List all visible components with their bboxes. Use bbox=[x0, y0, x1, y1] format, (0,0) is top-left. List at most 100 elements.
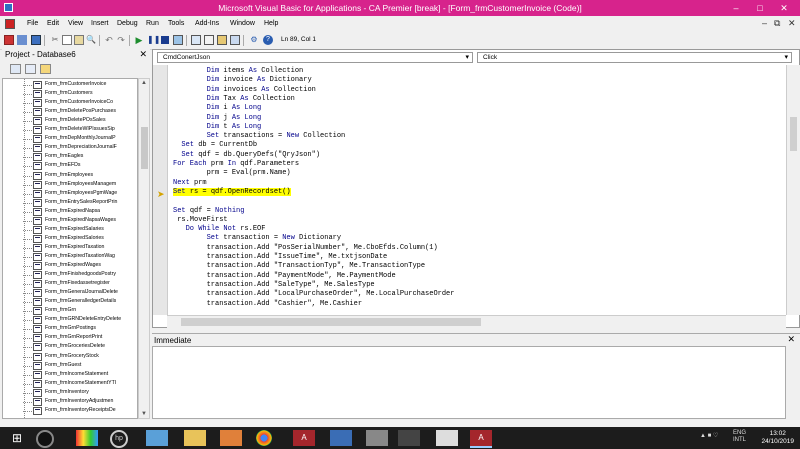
menu-window[interactable]: Window bbox=[230, 20, 255, 27]
code-window-icon[interactable] bbox=[5, 19, 15, 29]
cut-icon[interactable]: ✂ bbox=[50, 35, 60, 45]
menu-edit[interactable]: Edit bbox=[47, 20, 59, 27]
tree-item-label: Form_frmExpiredSalaries bbox=[45, 225, 104, 232]
code-minimize-button[interactable]: – bbox=[762, 18, 767, 28]
settings-app-icon[interactable] bbox=[398, 430, 420, 446]
menu-debug[interactable]: Debug bbox=[117, 20, 138, 27]
paste-icon[interactable] bbox=[74, 35, 84, 45]
chrome-icon[interactable] bbox=[256, 430, 272, 446]
system-tray-icon[interactable]: ▲ ■ ♡ bbox=[700, 432, 718, 439]
scroll-up-arrow-icon[interactable]: ▲ bbox=[141, 80, 147, 86]
menu-tools[interactable]: Tools bbox=[168, 20, 184, 27]
network-app-icon[interactable] bbox=[330, 430, 352, 446]
project-scrollbar[interactable]: ▲ ▼ bbox=[138, 78, 150, 419]
form-module-icon bbox=[33, 225, 42, 234]
chevron-down-icon[interactable]: ▾ bbox=[784, 53, 788, 61]
menu-view[interactable]: View bbox=[68, 20, 83, 27]
form-module-icon bbox=[33, 307, 42, 316]
object-browser-icon[interactable] bbox=[217, 35, 227, 45]
access-view-icon[interactable] bbox=[4, 35, 14, 45]
object-dropdown[interactable]: CmdConertJson ▾ bbox=[157, 52, 473, 63]
project-explorer-close-icon[interactable]: ✕ bbox=[139, 49, 147, 60]
insert-module-icon[interactable] bbox=[17, 35, 27, 45]
form-module-icon bbox=[33, 189, 42, 198]
save-icon[interactable] bbox=[31, 35, 41, 45]
hp-app-icon[interactable]: hp bbox=[110, 430, 128, 448]
procedure-dropdown-value: Click bbox=[483, 54, 498, 61]
menu-run[interactable]: Run bbox=[146, 20, 159, 27]
windows-start-icon[interactable]: ⊞ bbox=[6, 430, 28, 446]
scroll-down-arrow-icon[interactable]: ▼ bbox=[141, 411, 147, 417]
minimize-button[interactable]: – bbox=[726, 2, 746, 14]
scroll-thumb[interactable] bbox=[181, 318, 481, 326]
tree-item-label: Form_frmDeleteWIPIssuesSip bbox=[45, 126, 115, 133]
design-mode-icon[interactable] bbox=[173, 35, 183, 45]
undo-icon[interactable]: ↶ bbox=[104, 35, 114, 45]
language-indicator[interactable]: ENG INTL bbox=[733, 430, 746, 444]
camera-app-icon[interactable] bbox=[36, 430, 54, 448]
immediate-scrollbar[interactable] bbox=[786, 346, 799, 419]
form-module-icon bbox=[33, 234, 42, 243]
media-app-icon[interactable] bbox=[76, 430, 98, 446]
run-icon[interactable]: ▶ bbox=[134, 35, 144, 45]
maximize-button[interactable]: □ bbox=[750, 2, 770, 14]
procedure-dropdown[interactable]: Click ▾ bbox=[477, 52, 792, 63]
code-vertical-scrollbar[interactable] bbox=[786, 65, 800, 315]
calculator-icon[interactable] bbox=[366, 430, 388, 446]
toolbox-icon[interactable] bbox=[230, 35, 240, 45]
form-module-icon bbox=[33, 271, 42, 280]
tree-item-label: Form_frmEmployeesPgmWage bbox=[45, 189, 118, 196]
tree-item-label: Form_frmGRNDeleteEntryDelete bbox=[45, 316, 122, 323]
code-horizontal-scrollbar[interactable] bbox=[167, 315, 786, 328]
menu-help[interactable]: Help bbox=[264, 20, 278, 27]
view-code-icon[interactable] bbox=[10, 64, 21, 74]
tree-item-label: Form_frmExpiredSalories bbox=[45, 234, 104, 241]
comment-icon[interactable]: ⚙ bbox=[249, 35, 259, 45]
access-app-icon[interactable]: A bbox=[293, 430, 315, 446]
standard-toolbar: ✂ 🔍 ↶ ↷ ▶ ❚❚ ⚙ ? Ln 89, Col 1 bbox=[0, 32, 800, 50]
toggle-folders-icon[interactable] bbox=[40, 64, 51, 74]
tree-item-label: Form_frmEmployees bbox=[45, 171, 94, 178]
tablet-app-icon[interactable] bbox=[146, 430, 168, 446]
form-module-icon bbox=[33, 117, 42, 126]
form-module-icon bbox=[33, 361, 42, 370]
copy-icon[interactable] bbox=[62, 35, 72, 45]
immediate-window[interactable] bbox=[152, 346, 786, 419]
form-module-icon bbox=[33, 370, 42, 379]
code-close-button[interactable]: ✕ bbox=[788, 18, 796, 29]
properties-window-icon[interactable] bbox=[204, 35, 214, 45]
form-module-icon bbox=[33, 334, 42, 343]
form-module-icon bbox=[33, 171, 42, 180]
form-module-icon bbox=[33, 180, 42, 189]
access-active-icon[interactable]: A bbox=[470, 430, 492, 448]
scroll-thumb[interactable] bbox=[790, 117, 797, 151]
tree-item-label: Form_frmDepMonthlyJournalP bbox=[45, 135, 116, 142]
chevron-down-icon[interactable]: ▾ bbox=[465, 53, 469, 61]
project-explorer-icon[interactable] bbox=[191, 35, 201, 45]
tree-item-label: Form_frmInventory bbox=[45, 388, 89, 395]
code-restore-button[interactable]: ⧉ bbox=[774, 18, 780, 29]
form-module-icon bbox=[33, 126, 42, 135]
redo-icon[interactable]: ↷ bbox=[116, 35, 126, 45]
immediate-close-icon[interactable]: ✕ bbox=[787, 334, 795, 345]
cursor-position: Ln 89, Col 1 bbox=[281, 36, 317, 43]
menu-insert[interactable]: Insert bbox=[91, 20, 109, 27]
media-player-icon[interactable] bbox=[220, 430, 242, 446]
reset-icon[interactable] bbox=[161, 36, 169, 44]
menu-file[interactable]: File bbox=[27, 20, 38, 27]
document-app-icon[interactable] bbox=[436, 430, 458, 446]
tree-item-label: Form_frmEmployeesManagem bbox=[45, 180, 117, 187]
find-icon[interactable]: 🔍 bbox=[86, 35, 96, 45]
close-button[interactable]: ✕ bbox=[774, 2, 794, 14]
menu-addins[interactable]: Add-Ins bbox=[195, 20, 219, 27]
view-object-icon[interactable] bbox=[25, 64, 36, 74]
project-explorer-title: Project - Database6 bbox=[5, 50, 76, 59]
tree-item-label: Form_frmCustomerInvoiceCo bbox=[45, 99, 114, 106]
clock[interactable]: 13:02 24/10/2019 bbox=[761, 430, 794, 446]
file-explorer-icon[interactable] bbox=[184, 430, 206, 446]
help-icon[interactable]: ? bbox=[263, 35, 273, 45]
break-icon[interactable]: ❚❚ bbox=[147, 35, 160, 45]
scroll-thumb[interactable] bbox=[141, 127, 148, 169]
tree-item-label: Form_frmExpiredNapsaWages bbox=[45, 216, 117, 223]
form-module-icon bbox=[33, 99, 42, 108]
